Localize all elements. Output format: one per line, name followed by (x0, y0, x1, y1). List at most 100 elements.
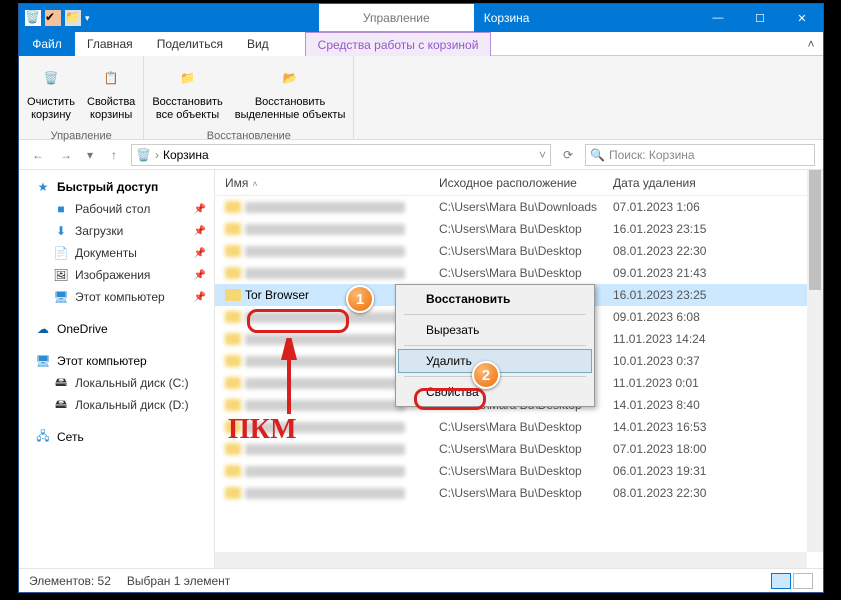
folder-icon (225, 465, 241, 477)
ribbon-collapse-icon[interactable]: ˄ (799, 32, 823, 56)
ctx-cut[interactable]: Вырезать (398, 318, 592, 342)
titlebar: 🗑️ ✔ 📁 ▾ Управление Корзина (19, 4, 823, 32)
ribbon-group-restore: 📁 Восстановить все объекты 📂 Восстановит… (144, 56, 354, 139)
ctx-properties[interactable]: Свойства (398, 380, 592, 404)
ribbon-tabs: Файл Главная Поделиться Вид Средства раб… (19, 32, 823, 56)
qat-icon[interactable]: ✔ (45, 10, 61, 26)
folder-icon (225, 289, 241, 301)
col-name[interactable]: Имя˄ (215, 176, 439, 190)
recycle-bin-icon: 🗑️ (136, 148, 151, 162)
table-row[interactable]: C:\Users\Mara Bu\Desktop08.01.2023 22:30 (215, 240, 823, 262)
search-input[interactable]: 🔍 Поиск: Корзина (585, 144, 815, 166)
maximize-button[interactable] (739, 4, 781, 32)
ctx-delete[interactable]: Удалить (398, 349, 592, 373)
table-row[interactable]: C:\Users\Mara Bu\Desktop16.01.2023 23:15 (215, 218, 823, 240)
ctx-restore[interactable]: Восстановить (398, 287, 592, 311)
nav-quick-access[interactable]: ★ Быстрый доступ (19, 176, 214, 198)
folder-icon (225, 333, 241, 345)
file-name: Tor Browser (245, 288, 309, 302)
nav-downloads[interactable]: ⬇Загрузки📌 (19, 220, 214, 242)
back-button[interactable]: ← (27, 144, 49, 166)
chevron-down-icon[interactable]: ˅ (539, 148, 546, 162)
downloads-icon: ⬇ (53, 223, 69, 239)
file-tab[interactable]: Файл (19, 32, 75, 56)
ribbon: 🗑️ Очистить корзину 📋 Свойства корзины У… (19, 56, 823, 140)
folder-icon (225, 267, 241, 279)
desktop-icon: ■ (53, 201, 69, 217)
drive-icon: 🖴 (53, 397, 69, 413)
window-title: Корзина (474, 4, 697, 32)
table-row[interactable]: C:\Users\Mara Bu\Desktop06.01.2023 19:31 (215, 460, 823, 482)
network-icon: 🖧 (35, 429, 51, 445)
explorer-window: 🗑️ ✔ 📁 ▾ Управление Корзина Файл Главная… (18, 3, 824, 593)
table-row[interactable]: C:\Users\Mara Bu\Desktop14.01.2023 16:53 (215, 416, 823, 438)
nav-pictures[interactable]: 🖼Изображения📌 (19, 264, 214, 286)
restore-all-icon: 📁 (172, 62, 204, 94)
file-date: 14.01.2023 8:40 (613, 398, 823, 412)
tab-recycle-tools[interactable]: Средства работы с корзиной (305, 32, 492, 56)
file-date: 10.01.2023 0:37 (613, 354, 823, 368)
breadcrumb[interactable]: Корзина (163, 148, 209, 162)
bin-properties-button[interactable]: 📋 Свойства корзины (83, 60, 139, 124)
refresh-button[interactable]: ⟳ (557, 144, 579, 166)
tab-share[interactable]: Поделиться (145, 32, 235, 56)
col-location[interactable]: Исходное расположение (439, 176, 613, 190)
file-date: 11.01.2023 0:01 (613, 376, 823, 390)
address-field[interactable]: 🗑️ › Корзина ˅ (131, 144, 551, 166)
qat-dropdown-icon[interactable]: ▾ (85, 13, 90, 24)
col-date[interactable]: Дата удаления (613, 176, 823, 190)
pin-icon: 📌 (194, 292, 206, 303)
nav-onedrive[interactable]: ☁OneDrive (19, 318, 214, 340)
properties-icon: 📋 (95, 62, 127, 94)
large-icons-view-button[interactable] (793, 573, 813, 589)
nav-desktop[interactable]: ■Рабочий стол📌 (19, 198, 214, 220)
table-row[interactable]: C:\Users\Mara Bu\Desktop08.01.2023 22:30 (215, 482, 823, 504)
table-row[interactable]: C:\Users\Mara Bu\Desktop07.01.2023 18:00 (215, 438, 823, 460)
table-row[interactable]: C:\Users\Mara Bu\Downloads07.01.2023 1:0… (215, 196, 823, 218)
up-button[interactable]: ↑ (103, 144, 125, 166)
file-location: C:\Users\Mara Bu\Desktop (439, 266, 613, 280)
nav-drive-c[interactable]: 🖴Локальный диск (C:) (19, 372, 214, 394)
restore-all-button[interactable]: 📁 Восстановить все объекты (148, 60, 226, 124)
tab-view[interactable]: Вид (235, 32, 281, 56)
restore-selected-icon: 📂 (274, 62, 306, 94)
nav-network[interactable]: 🖧Сеть (19, 426, 214, 448)
folder-icon (225, 355, 241, 367)
ribbon-group-manage: 🗑️ Очистить корзину 📋 Свойства корзины У… (19, 56, 144, 139)
restore-selected-button[interactable]: 📂 Восстановить выделенные объекты (231, 60, 350, 124)
file-date: 08.01.2023 22:30 (613, 486, 823, 500)
file-date: 16.01.2023 23:15 (613, 222, 823, 236)
history-dropdown-icon[interactable]: ▾ (83, 144, 97, 166)
pin-icon: 📌 (194, 204, 206, 215)
vertical-scrollbar[interactable] (807, 170, 823, 552)
file-date: 06.01.2023 19:31 (613, 464, 823, 478)
computer-icon: 🖥 (35, 353, 51, 369)
table-row[interactable]: C:\Users\Mara Bu\Desktop09.01.2023 21:43 (215, 262, 823, 284)
nav-this-pc-pin[interactable]: 🖥Этот компьютер📌 (19, 286, 214, 308)
sort-asc-icon: ˄ (252, 179, 257, 189)
nav-documents[interactable]: 📄Документы📌 (19, 242, 214, 264)
folder-icon (225, 377, 241, 389)
qat-icon[interactable]: 📁 (65, 10, 81, 26)
status-bar: Элементов: 52 Выбран 1 элемент (19, 568, 823, 592)
file-date: 11.01.2023 14:24 (613, 332, 823, 346)
file-date: 16.01.2023 23:25 (613, 288, 823, 302)
horizontal-scrollbar[interactable] (215, 552, 807, 568)
scroll-thumb[interactable] (809, 170, 821, 290)
quick-access-toolbar: 🗑️ ✔ 📁 ▾ (19, 4, 96, 32)
file-location: C:\Users\Mara Bu\Desktop (439, 420, 613, 434)
close-button[interactable] (781, 4, 823, 32)
file-location: C:\Users\Mara Bu\Desktop (439, 442, 613, 456)
forward-button[interactable]: → (55, 144, 77, 166)
search-icon: 🔍 (590, 148, 605, 162)
navigation-pane: ★ Быстрый доступ ■Рабочий стол📌 ⬇Загрузк… (19, 170, 215, 568)
file-location: C:\Users\Mara Bu\Downloads (439, 200, 613, 214)
minimize-button[interactable] (697, 4, 739, 32)
search-placeholder: Поиск: Корзина (609, 148, 695, 162)
nav-drive-d[interactable]: 🖴Локальный диск (D:) (19, 394, 214, 416)
details-view-button[interactable] (771, 573, 791, 589)
tab-home[interactable]: Главная (75, 32, 145, 56)
folder-icon (225, 311, 241, 323)
empty-bin-button[interactable]: 🗑️ Очистить корзину (23, 60, 79, 124)
nav-this-pc[interactable]: 🖥Этот компьютер (19, 350, 214, 372)
